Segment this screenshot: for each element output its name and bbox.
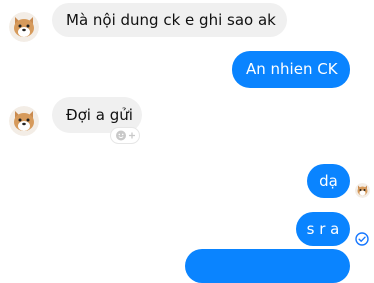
message-text: Mà nội dung ck e ghi sao ak — [66, 11, 276, 29]
seen-avatar — [355, 183, 370, 198]
check-circle-icon — [355, 231, 369, 246]
message-bubble-incoming[interactable]: Mà nội dung ck e ghi sao ak — [52, 3, 287, 37]
message-bubble-outgoing[interactable]: An nhien CK — [232, 51, 350, 88]
message-text: dạ — [319, 172, 338, 190]
message-text: Đợi a gửi — [66, 106, 133, 124]
message-bubble-outgoing[interactable] — [185, 249, 350, 283]
message-bubble-outgoing[interactable]: s r a — [296, 212, 350, 246]
add-reaction-button[interactable] — [110, 127, 140, 144]
sender-avatar[interactable] — [9, 12, 39, 42]
sender-avatar[interactable] — [9, 106, 39, 136]
message-text: s r a — [306, 220, 340, 238]
message-bubble-outgoing[interactable]: dạ — [307, 164, 350, 198]
add-reaction-icon — [116, 130, 135, 141]
message-text: An nhien CK — [246, 60, 338, 78]
